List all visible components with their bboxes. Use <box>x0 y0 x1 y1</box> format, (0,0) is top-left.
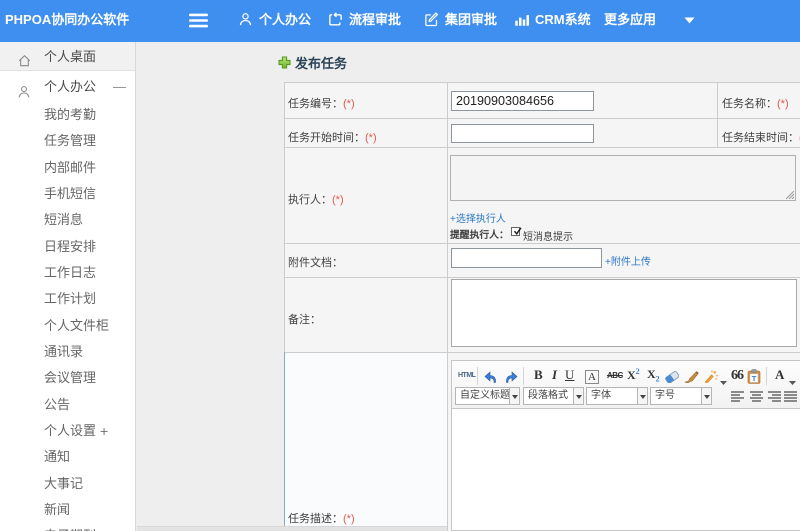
svg-text:T: T <box>752 374 757 383</box>
